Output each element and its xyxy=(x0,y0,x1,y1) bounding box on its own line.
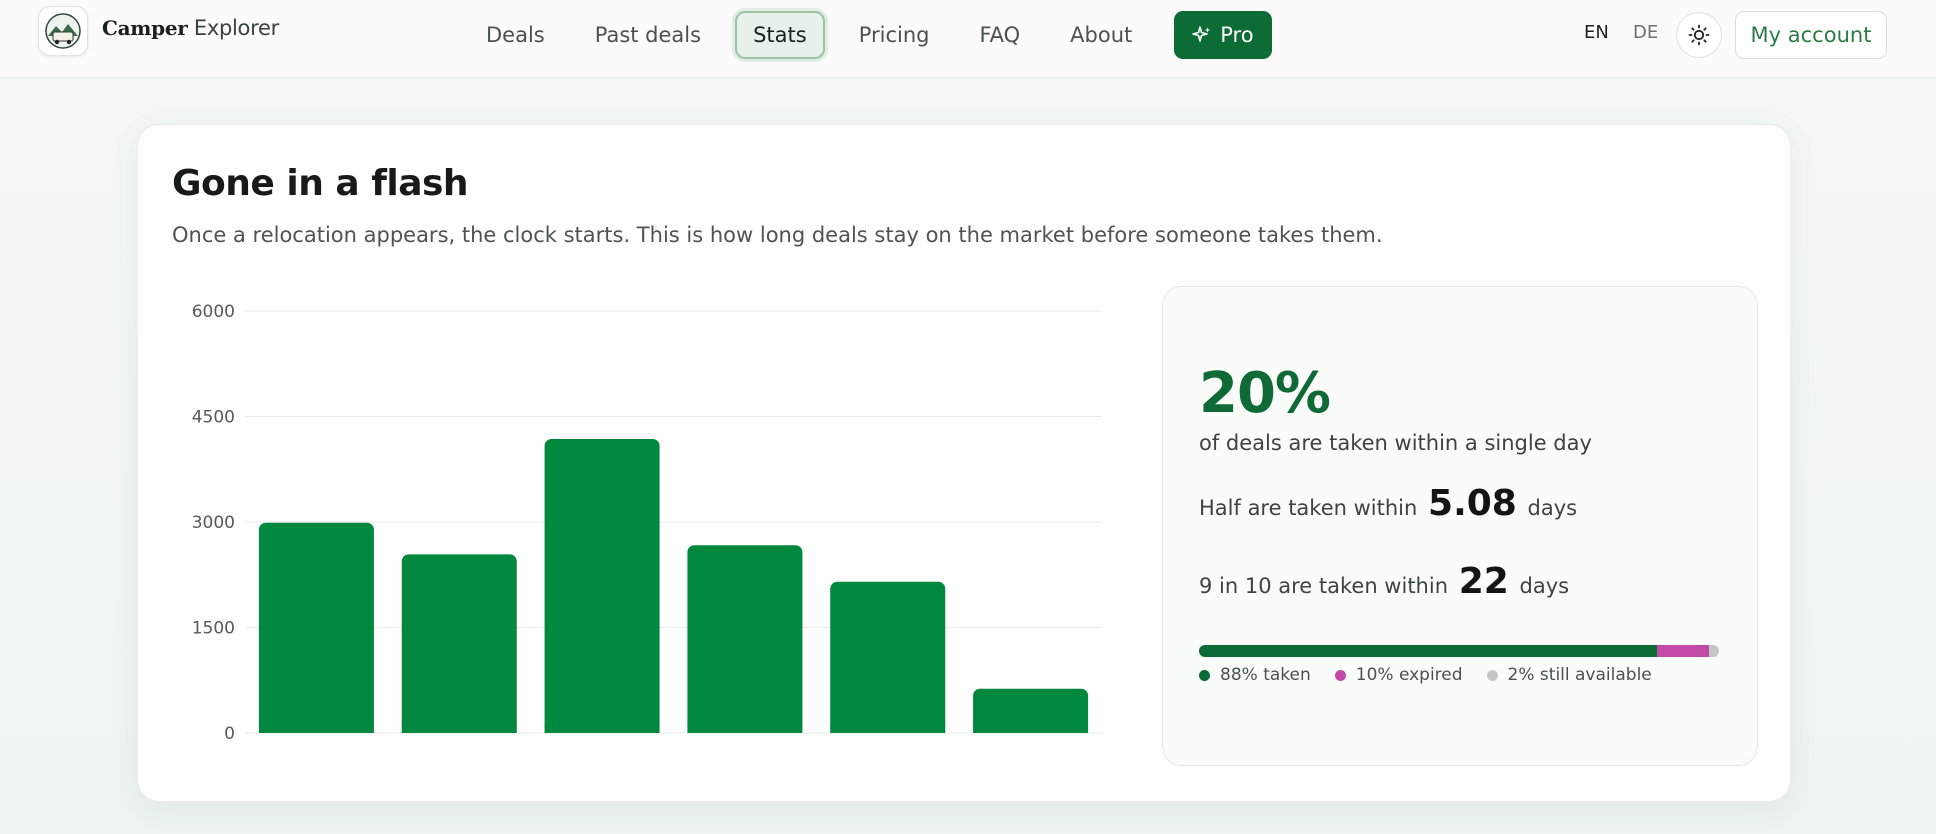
nav-stats[interactable]: Stats xyxy=(735,11,825,59)
legend-available: 2% still available xyxy=(1486,665,1652,685)
brand-name-part1: Camper xyxy=(102,16,188,40)
bar-3 xyxy=(687,545,803,733)
nav-past-deals[interactable]: Past deals xyxy=(579,11,717,59)
split-taken-segment xyxy=(1199,645,1657,657)
y-tick-label: 6000 xyxy=(192,302,235,322)
nav-pricing[interactable]: Pricing xyxy=(843,11,946,59)
bar-1 xyxy=(401,554,517,733)
median-line: Half are taken within 5.08 days xyxy=(1199,483,1577,524)
y-tick-label: 1500 xyxy=(192,619,235,639)
lang-en[interactable]: EN xyxy=(1584,22,1609,43)
card-subtitle: Once a relocation appears, the clock sta… xyxy=(172,223,1383,247)
my-account-button[interactable]: My account xyxy=(1735,11,1887,59)
split-available-segment xyxy=(1708,645,1719,657)
x-tick-label: 3-7 days xyxy=(568,751,637,753)
sparkle-icon xyxy=(1192,26,1211,42)
median-days-value: 5.08 xyxy=(1428,483,1517,524)
legend-expired-label: 10% expired xyxy=(1355,665,1463,685)
camper-logo-icon[interactable] xyxy=(38,6,88,56)
y-tick-label: 4500 xyxy=(192,408,235,428)
time-to-take-bar-chart: 0 1500 3000 4500 6000 <1 day 1-3 days 3-7 days 1… xyxy=(192,302,1102,753)
x-tick-label: 2-4 weeks xyxy=(847,751,929,753)
bar-4 xyxy=(830,581,946,733)
brand-name[interactable]: Camper Explorer xyxy=(102,16,279,40)
brand-name-part2: Explorer xyxy=(193,16,279,40)
same-day-caption: of deals are taken within a single day xyxy=(1199,431,1592,455)
stats-summary-panel: 20% of deals are taken within a single d… xyxy=(1162,286,1758,766)
pro-button-label: Pro xyxy=(1220,23,1254,47)
nav-deals[interactable]: Deals xyxy=(470,11,561,59)
top-navigation: Camper Explorer Deals Past deals Stats P… xyxy=(0,0,1936,78)
bar-base-2 xyxy=(544,725,660,733)
sun-icon xyxy=(1688,24,1710,46)
bar-base-0 xyxy=(258,725,374,733)
split-expired-segment xyxy=(1656,645,1709,657)
p90-suffix: days xyxy=(1519,574,1570,598)
pro-button[interactable]: Pro xyxy=(1174,11,1272,59)
theme-toggle-button[interactable] xyxy=(1676,12,1722,58)
bar-0 xyxy=(258,522,374,733)
bar-base-3 xyxy=(687,725,803,733)
x-tick-label: <1 day xyxy=(287,751,345,753)
outcome-legend: 88% taken 10% expired 2% still available xyxy=(1199,665,1676,685)
stats-card: Gone in a flash Once a relocation appear… xyxy=(137,124,1791,802)
legend-available-label: 2% still available xyxy=(1507,665,1652,685)
y-tick-label: 0 xyxy=(224,724,235,744)
bar-base-5 xyxy=(973,725,1089,733)
x-tick-label: 1-3 days xyxy=(425,751,494,753)
lang-de[interactable]: DE xyxy=(1633,22,1658,43)
p90-prefix: 9 in 10 are taken within xyxy=(1199,574,1449,598)
legend-expired: 10% expired xyxy=(1334,665,1463,685)
p90-days-value: 22 xyxy=(1458,561,1509,602)
same-day-percentage: 20% xyxy=(1199,361,1331,426)
y-tick-label: 3000 xyxy=(192,513,235,533)
card-title: Gone in a flash xyxy=(172,163,469,204)
main-nav: Deals Past deals Stats Pricing FAQ About… xyxy=(470,11,1272,59)
legend-dot-available xyxy=(1486,669,1498,681)
outcome-split-bar xyxy=(1199,645,1719,657)
nav-faq[interactable]: FAQ xyxy=(963,11,1036,59)
p90-line: 9 in 10 are taken within 22 days xyxy=(1199,561,1569,602)
bar-base-4 xyxy=(830,725,946,733)
bar-2 xyxy=(544,439,660,733)
median-prefix: Half are taken within xyxy=(1199,496,1418,520)
legend-taken-label: 88% taken xyxy=(1220,665,1311,685)
legend-dot-taken xyxy=(1199,669,1210,681)
x-tick-label: 1-2 weeks xyxy=(704,751,786,753)
legend-dot-expired xyxy=(1334,669,1346,681)
x-tick-label: 1 month+ xyxy=(990,751,1071,753)
median-suffix: days xyxy=(1527,496,1578,520)
legend-taken: 88% taken xyxy=(1199,665,1311,685)
bar-base-1 xyxy=(401,725,517,733)
nav-about[interactable]: About xyxy=(1054,11,1148,59)
